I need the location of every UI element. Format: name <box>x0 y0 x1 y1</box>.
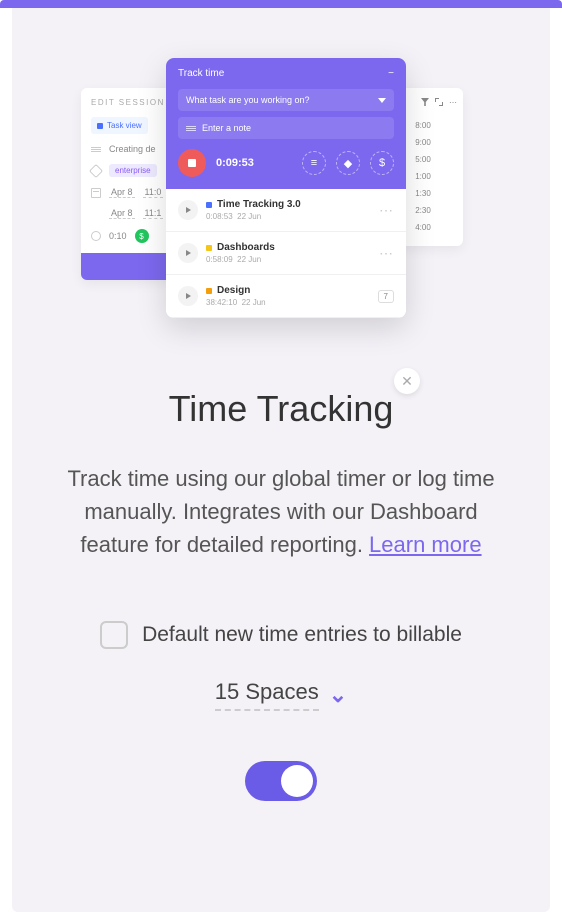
learn-more-link[interactable]: Learn more <box>369 532 482 557</box>
color-dot-icon <box>206 202 212 208</box>
date1-label: Apr 8 <box>109 187 135 198</box>
count-badge: 7 <box>378 290 394 303</box>
track-time-popup: Track time − What task are you working o… <box>166 58 406 318</box>
minimize-icon[interactable]: − <box>388 68 394 79</box>
spaces-value: 15 Spaces <box>215 679 319 711</box>
item-time: 38:42:10 <box>206 298 237 307</box>
list-circle-icon[interactable]: ≡ <box>302 151 326 175</box>
note-placeholder-label: Enter a note <box>202 123 251 133</box>
feature-card: EDIT SESSION Task view Creating de enter… <box>12 8 550 912</box>
more-icon[interactable]: ⋯ <box>379 245 394 262</box>
creating-label: Creating de <box>109 144 156 154</box>
calendar-icon <box>91 188 101 198</box>
task-selector-label: What task are you working on? <box>186 95 310 105</box>
billable-label: Default new time entries to billable <box>142 623 462 647</box>
task-view-label: Task view <box>107 121 142 130</box>
color-dot-icon <box>206 288 212 294</box>
tracked-item: Time Tracking 3.0 0:08:53 22 Jun ⋯ <box>166 189 406 232</box>
play-icon <box>186 207 191 213</box>
tag-icon <box>89 163 103 177</box>
tracked-item: Dashboards 0:58:09 22 Jun ⋯ <box>166 232 406 275</box>
dollar-icon: $ <box>135 229 149 243</box>
play-button[interactable] <box>178 286 198 306</box>
popup-title: Track time <box>178 68 224 79</box>
stop-icon <box>188 159 196 167</box>
play-icon <box>186 250 191 256</box>
more-icon[interactable]: ⋯ <box>379 202 394 219</box>
timer-row: 0:09:53 ≡ ◆ $ <box>178 149 394 177</box>
item-time: 0:08:53 <box>206 212 233 221</box>
play-button[interactable] <box>178 243 198 263</box>
close-button[interactable]: ✕ <box>394 368 420 394</box>
chevron-down-icon: ⌄ <box>329 682 347 708</box>
toggle-knob <box>281 765 313 797</box>
enterprise-badge: enterprise <box>109 164 157 177</box>
play-icon <box>186 293 191 299</box>
more-icon[interactable]: ⋯ <box>449 98 457 107</box>
item-title: Dashboards <box>217 242 275 253</box>
item-date: 22 Jun <box>237 255 261 264</box>
date2-label: Apr 8 <box>109 208 135 219</box>
task-selector[interactable]: What task are you working on? <box>178 89 394 111</box>
popup-header: Track time − What task are you working o… <box>166 58 406 189</box>
illustration-container: EDIT SESSION Task view Creating de enter… <box>81 48 481 338</box>
clock-icon <box>91 231 101 241</box>
stop-button[interactable] <box>178 149 206 177</box>
billable-checkbox[interactable] <box>100 621 128 649</box>
play-button[interactable] <box>178 200 198 220</box>
item-title: Time Tracking 3.0 <box>217 199 301 210</box>
task-view-chip: Task view <box>91 117 148 134</box>
note-input[interactable]: Enter a note <box>178 117 394 139</box>
tag-circle-icon[interactable]: ◆ <box>336 151 360 175</box>
chevron-down-icon <box>378 98 386 103</box>
item-title: Design <box>217 285 250 296</box>
billable-row: Default new time entries to billable <box>32 621 530 649</box>
dollar-circle-icon[interactable]: $ <box>370 151 394 175</box>
item-date: 22 Jun <box>237 212 261 221</box>
feature-toggle[interactable] <box>245 761 317 801</box>
feature-description: Track time using our global timer or log… <box>58 462 504 561</box>
list-icon <box>91 147 101 152</box>
filter-icon[interactable] <box>421 98 429 106</box>
duration-label: 0:10 <box>109 231 127 241</box>
note-icon <box>186 126 196 131</box>
time2-label: 11:1 <box>143 208 164 219</box>
color-dot-icon <box>206 245 212 251</box>
feature-title: Time Tracking <box>32 388 530 430</box>
item-date: 22 Jun <box>242 298 266 307</box>
dollar-label: $ <box>379 157 385 169</box>
expand-icon[interactable] <box>435 98 443 106</box>
tracked-item: Design 38:42:10 22 Jun 7 <box>166 275 406 318</box>
top-accent-bar <box>0 0 562 8</box>
item-time: 0:58:09 <box>206 255 233 264</box>
square-dot-icon <box>97 123 103 129</box>
timer-text: 0:09:53 <box>216 157 292 169</box>
tracked-list: Time Tracking 3.0 0:08:53 22 Jun ⋯ Dashb… <box>166 189 406 318</box>
time1-label: 11:0 <box>143 187 164 198</box>
spaces-selector[interactable]: 15 Spaces ⌄ <box>32 679 530 711</box>
